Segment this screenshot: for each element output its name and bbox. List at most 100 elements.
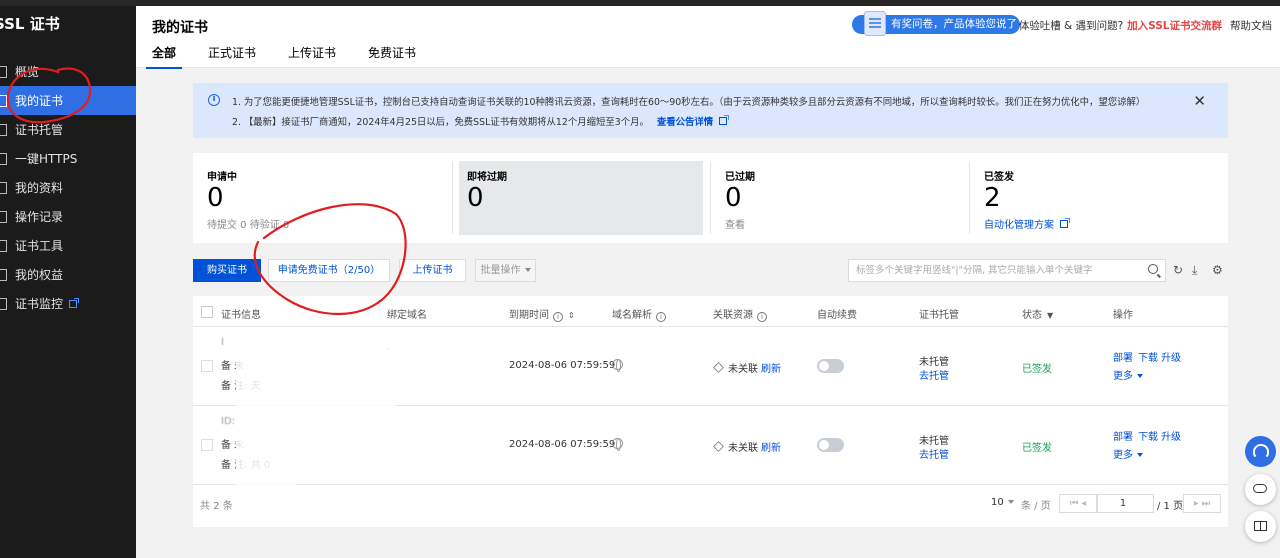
cert-info-line: ID: [221,416,236,427]
page-size-select[interactable]: 10 [991,497,1014,508]
filter-icon[interactable]: ▼ [1047,311,1053,320]
pagination-prev[interactable]: ⏮ ◂ [1059,494,1097,513]
download-link[interactable]: 下载 [1138,428,1158,443]
go-hosting-link[interactable]: 去托管 [919,446,949,461]
tab-free[interactable]: 免费证书 [368,44,416,69]
stat-sub: 待提交 0 待验证 0 [207,220,290,231]
help-doc-link[interactable]: 帮助文档 [1230,18,1272,33]
cube-icon [713,441,724,452]
docs-tool-button[interactable] [1245,511,1276,542]
sidebar-item-hosting[interactable]: 证书托管 [0,115,136,144]
stat-divider [452,161,453,234]
sidebar-item-label: 操作记录 [15,210,64,224]
sidebar-item-records[interactable]: 操作记录 [0,202,136,231]
globe-icon[interactable] [612,438,623,451]
sidebar-item-label: 我的资料 [15,181,64,195]
survey-icon [864,11,886,36]
tab-all[interactable]: 全部 [146,44,183,69]
record-icon [0,210,7,223]
globe-icon[interactable] [612,359,623,372]
apply-free-certificate-button[interactable]: 申请免费证书（2/50） [268,259,390,282]
stat-view-link[interactable]: 查看 [725,216,745,231]
sort-icon[interactable]: ⇕ [568,311,575,320]
search-icon[interactable] [1148,264,1158,274]
feedback-link[interactable]: 体验吐槽 & 遇到问题? [1019,18,1123,33]
chevron-down-icon [1137,374,1143,378]
survey-banner[interactable]: 有奖问卷，产品体验您说了算 [852,11,1020,49]
close-icon[interactable]: ✕ [1193,92,1206,110]
help-icon: i [656,312,666,322]
sidebar-item-tools[interactable]: 证书工具 [0,231,136,260]
notice-line-1: 1. 为了您能更便捷地管理SSL证书，控制台已支持自动查询证书关联的10种腾讯云… [232,97,1146,108]
resource-status: 未关联 [728,443,758,454]
benefit-icon [0,268,7,281]
cloud-icon [1253,484,1267,493]
stat-label: 已签发 [984,172,1014,183]
sidebar-item-https[interactable]: 一键HTTPS [0,144,136,173]
select-all-checkbox[interactable] [201,306,213,318]
notice-details-link[interactable]: 查看公告详情 [657,115,730,128]
go-hosting-link[interactable]: 去托管 [919,367,949,382]
refresh-icon[interactable]: ↻ [1173,264,1183,276]
sidebar-item-label: 我的权益 [15,268,64,282]
external-link-icon [719,115,730,125]
th-resource-label: 关联资源 [713,310,753,321]
chevron-down-icon [1137,453,1143,457]
buy-certificate-button[interactable]: 购买证书 [193,259,261,282]
tab-official[interactable]: 正式证书 [208,44,256,69]
sidebar-item-label: 一键HTTPS [15,152,78,166]
refresh-link[interactable]: 刷新 [761,443,781,454]
customer-service-icon[interactable] [1245,436,1276,467]
sidebar-item-overview[interactable]: 概览 [0,57,136,86]
deploy-link[interactable]: 部署 [1113,349,1133,364]
upgrade-link[interactable]: 升级 [1161,428,1181,443]
sidebar-item-my-certificates[interactable]: 我的证书 [0,86,136,115]
stat-label: 即将过期 [467,172,507,183]
th-hosting: 证书托管 [919,310,959,321]
sidebar-item-profile[interactable]: 我的资料 [0,173,136,202]
more-menu[interactable]: 更多 [1113,446,1143,461]
join-group-link[interactable]: 加入SSL证书交流群 [1127,18,1222,33]
page-total: / 1 页 [1157,501,1184,512]
batch-operation-button[interactable]: 批量操作 [475,259,536,282]
auto-renew-toggle[interactable] [817,438,844,452]
download-icon[interactable]: ⤓ [1192,264,1197,276]
survey-text: 有奖问卷，产品体验您说了算 [891,18,1017,49]
upload-certificate-button[interactable]: 上传证书 [399,259,466,282]
tool-icon [0,239,7,252]
th-expire[interactable]: 到期时间 i ⇕ [509,306,575,322]
settings-icon[interactable]: ⚙ [1212,264,1223,276]
more-label: 更多 [1113,450,1133,461]
notice-line-2: 2. 【最新】接证书厂商通知，2024年4月25日以后，免费SSL证书有效期将从… [232,114,730,128]
tab-uploaded[interactable]: 上传证书 [288,44,336,69]
download-link[interactable]: 下载 [1138,349,1158,364]
search-box [848,259,1166,282]
row-checkbox[interactable] [201,439,213,451]
sidebar-nav: 概览 我的证书 证书托管 一键HTTPS 我的资料 操作记录 证书工具 我的权益… [0,57,136,318]
expire-time: 2024-08-06 07:59:59 [509,439,616,450]
refresh-link[interactable]: 刷新 [761,364,781,375]
auto-renew-toggle[interactable] [817,359,844,373]
external-link-icon [69,297,80,308]
sidebar-item-benefits[interactable]: 我的权益 [0,260,136,289]
cloud-tool-button[interactable] [1245,474,1276,505]
pagination-next[interactable]: ▸ ⏭ [1183,494,1221,513]
search-input[interactable] [849,260,1139,281]
stat-value: 0 [207,183,224,213]
automation-plan-link[interactable]: 自动化管理方案 [984,216,1070,231]
th-status[interactable]: 状态 ▼ [1022,306,1053,321]
sidebar-item-monitor[interactable]: 证书监控 [0,289,136,318]
upgrade-link[interactable]: 升级 [1161,349,1181,364]
related-resource: 未关联 刷新 [713,439,781,454]
deploy-link[interactable]: 部署 [1113,428,1133,443]
grid-icon [0,65,7,78]
th-resource: 关联资源 i [713,306,767,322]
row-checkbox[interactable] [201,360,213,372]
table-header: 证书信息 绑定域名 到期时间 i ⇕ 域名解析 i 关联资源 i 自动续费 证书托管 状… [193,296,1228,327]
more-menu[interactable]: 更多 [1113,367,1143,382]
stat-expiring[interactable]: 即将过期 0 [459,161,703,235]
brand-title: SSL 证书 [0,15,60,33]
page-input[interactable]: 1 [1097,494,1154,513]
chevron-down-icon [524,268,531,272]
header-links: 体验吐槽 & 遇到问题? 加入SSL证书交流群 帮助文档 [1019,18,1272,33]
